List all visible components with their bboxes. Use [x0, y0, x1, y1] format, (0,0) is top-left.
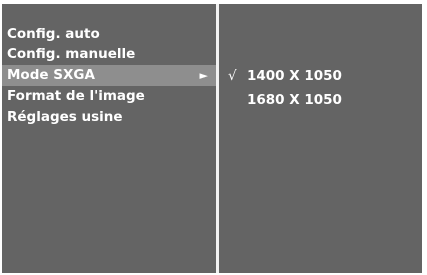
- arrow-right-icon: ►: [199, 69, 208, 82]
- option-label: 1680 X 1050: [247, 92, 342, 108]
- menu-item-mode-sxga[interactable]: Mode SXGA ►: [2, 65, 216, 86]
- menu-item-label: Format de l'image: [7, 88, 145, 104]
- menu-item-format-image[interactable]: Format de l'image: [2, 86, 216, 107]
- osd-menu-window: Config. auto Config. manuelle Mode SXGA …: [2, 4, 422, 273]
- sxga-submenu: √ 1400 X 1050 1680 X 1050: [219, 4, 422, 273]
- menu-item-label: Réglages usine: [7, 109, 123, 125]
- menu-item-reglages-usine[interactable]: Réglages usine: [2, 107, 216, 128]
- option-1680x1050[interactable]: 1680 X 1050: [219, 90, 419, 111]
- checkmark-icon: √: [228, 68, 237, 84]
- menu-item-label: Config. manuelle: [7, 46, 136, 62]
- menu-item-config-manuelle[interactable]: Config. manuelle: [2, 44, 216, 65]
- menu-item-label: Mode SXGA: [7, 67, 95, 83]
- option-label: 1400 X 1050: [247, 68, 342, 84]
- menu-item-label: Config. auto: [7, 26, 100, 42]
- menu-item-config-auto[interactable]: Config. auto: [2, 24, 216, 45]
- option-1400x1050[interactable]: √ 1400 X 1050: [219, 66, 419, 87]
- main-menu: Config. auto Config. manuelle Mode SXGA …: [2, 4, 216, 273]
